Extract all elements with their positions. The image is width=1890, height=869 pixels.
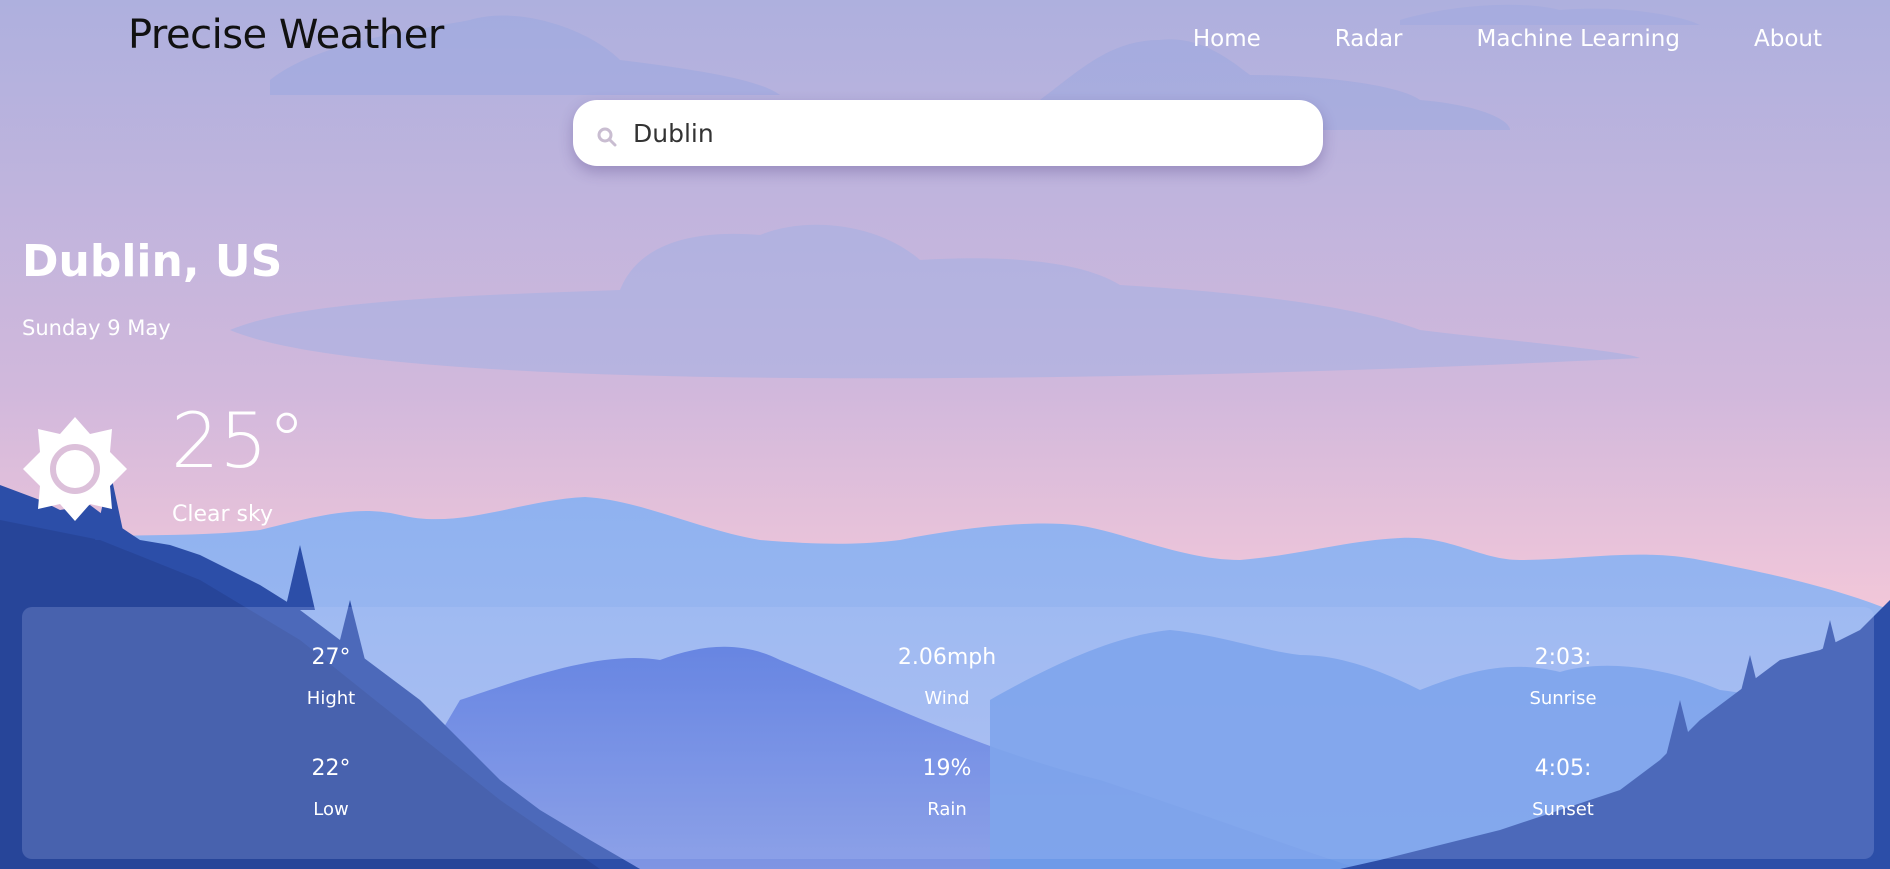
low-value: 22°	[311, 756, 351, 781]
search-bar[interactable]	[573, 100, 1323, 166]
current-date: Sunday 9 May	[22, 316, 171, 340]
wind-value: 2.06mph	[897, 645, 997, 670]
stat-low: 22° Low	[221, 756, 441, 820]
search-input[interactable]	[633, 112, 1293, 154]
search-icon	[597, 127, 617, 147]
rain-label: Rain	[927, 799, 967, 820]
sunrise-value: 2:03:	[1534, 645, 1592, 670]
sunset-value: 4:05:	[1534, 756, 1592, 781]
stat-high: 27° Hight	[221, 645, 441, 709]
weather-condition: Clear sky	[172, 502, 273, 527]
nav-about[interactable]: About	[1754, 26, 1822, 52]
main-nav: Home Radar Machine Learning About	[1119, 26, 1822, 52]
stat-wind: 2.06mph Wind	[837, 645, 1057, 709]
weather-details-panel: 27° Hight 22° Low 2.06mph Wind 19% Rain …	[22, 607, 1874, 859]
sunset-label: Sunset	[1532, 799, 1594, 820]
nav-machine-learning[interactable]: Machine Learning	[1477, 26, 1680, 52]
low-label: Low	[313, 799, 349, 820]
stat-sunrise: 2:03: Sunrise	[1453, 645, 1673, 709]
nav-radar[interactable]: Radar	[1335, 26, 1403, 52]
rain-value: 19%	[922, 756, 972, 781]
brand-logo[interactable]: Precise Weather	[128, 12, 444, 58]
high-value: 27°	[311, 645, 351, 670]
stat-sunset: 4:05: Sunset	[1453, 756, 1673, 820]
stat-rain: 19% Rain	[837, 756, 1057, 820]
location-title: Dublin, US	[22, 236, 283, 287]
current-temperature: 25°	[171, 396, 306, 485]
nav-home[interactable]: Home	[1193, 26, 1261, 52]
sunrise-label: Sunrise	[1529, 688, 1597, 709]
wind-label: Wind	[924, 688, 970, 709]
sun-icon	[23, 417, 127, 521]
high-label: Hight	[306, 688, 356, 709]
